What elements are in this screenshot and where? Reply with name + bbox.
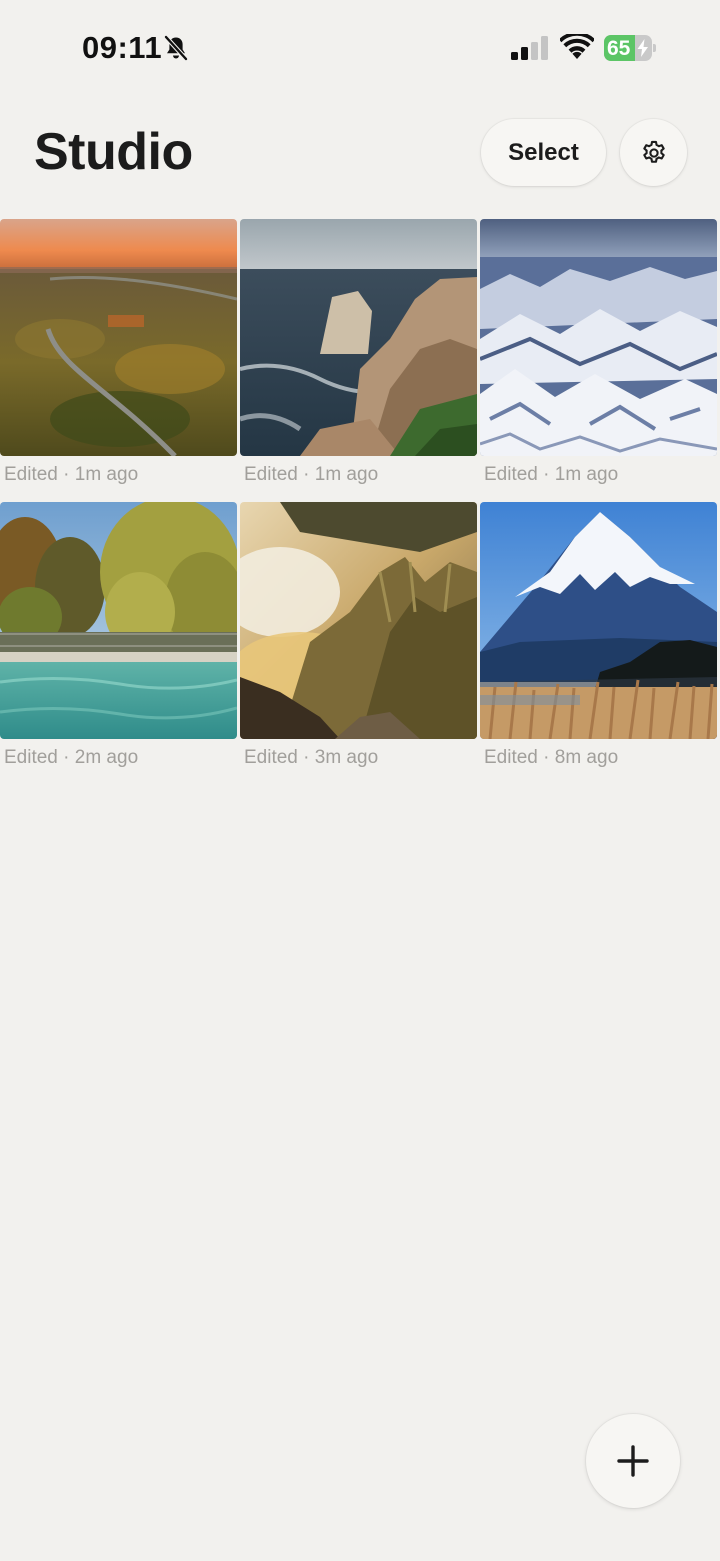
photo-caption: Edited · 2m ago bbox=[4, 747, 139, 768]
add-button[interactable] bbox=[586, 1414, 680, 1508]
photo-golden-peaks bbox=[240, 502, 477, 739]
charging-bolt-icon bbox=[637, 39, 648, 57]
photo-tile[interactable]: Edited · 2m ago bbox=[0, 502, 237, 785]
page-title: Studio bbox=[34, 123, 193, 181]
photo-caption: Edited · 1m ago bbox=[244, 464, 379, 485]
battery-body: 65 bbox=[604, 35, 652, 61]
battery-percent: 65 bbox=[607, 37, 631, 60]
photo-tile[interactable]: Edited · 1m ago bbox=[0, 219, 237, 502]
photo-caption: Edited · 3m ago bbox=[244, 747, 379, 768]
select-button[interactable]: Select bbox=[481, 119, 606, 186]
wifi-icon bbox=[560, 34, 594, 59]
photo-tile[interactable]: Edited · 8m ago bbox=[480, 502, 717, 785]
photo-thumbnail[interactable] bbox=[0, 219, 237, 456]
photo-coastal-cliffs bbox=[240, 219, 477, 456]
photo-aerial-countryside bbox=[0, 219, 237, 456]
cellular-signal-icon bbox=[511, 36, 548, 60]
photo-caption: Edited · 1m ago bbox=[484, 464, 619, 485]
photo-caption: Edited · 8m ago bbox=[484, 747, 619, 768]
photo-pool-autumn bbox=[0, 502, 237, 739]
plus-icon bbox=[617, 1445, 649, 1477]
status-time: 09:11 bbox=[82, 30, 163, 65]
photo-thumbnail[interactable] bbox=[0, 502, 237, 739]
settings-button[interactable] bbox=[620, 119, 687, 186]
photo-snowy-range bbox=[480, 219, 717, 456]
gear-icon bbox=[642, 140, 665, 163]
studio-screen: 09:11 65 Studio Select Edited · 1m ago E… bbox=[0, 0, 720, 1561]
bell-slash-icon bbox=[164, 35, 188, 61]
battery-cap bbox=[653, 44, 656, 52]
photo-thumbnail[interactable] bbox=[480, 219, 717, 456]
photo-tile[interactable]: Edited · 3m ago bbox=[240, 502, 477, 785]
battery-charging-icon: 65 bbox=[604, 35, 656, 61]
status-bar: 09:11 65 bbox=[0, 0, 720, 96]
photo-caption: Edited · 1m ago bbox=[4, 464, 139, 485]
photo-thumbnail[interactable] bbox=[240, 219, 477, 456]
photo-tile[interactable]: Edited · 1m ago bbox=[480, 219, 717, 502]
photo-snow-volcano bbox=[480, 502, 717, 739]
photo-thumbnail[interactable] bbox=[240, 502, 477, 739]
photo-thumbnail[interactable] bbox=[480, 502, 717, 739]
photo-grid: Edited · 1m ago Edited · 1m ago Edited ·… bbox=[0, 219, 720, 785]
photo-tile[interactable]: Edited · 1m ago bbox=[240, 219, 477, 502]
